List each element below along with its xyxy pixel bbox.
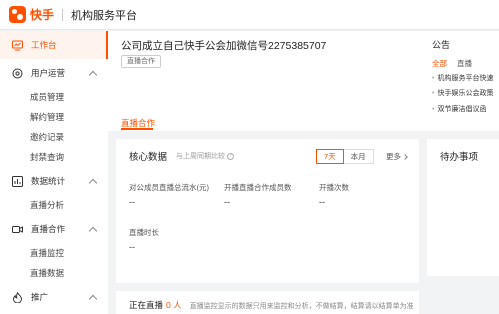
sidebar-item-statistics[interactable]: 数据统计 xyxy=(0,167,108,195)
notice-card: 公告 全部 直播 机构服务平台快速 快手娱乐公会政策 双节廉洁倡议函 xyxy=(419,31,499,131)
user-settings-icon xyxy=(12,68,23,79)
chevron-up-icon xyxy=(88,226,98,235)
kuaishou-logo-icon[interactable] xyxy=(9,6,26,23)
chevron-up-icon xyxy=(88,178,98,187)
sidebar-item-label: 用户运营 xyxy=(31,68,66,78)
logo-text[interactable]: 快手 xyxy=(30,6,54,23)
chart-bar-icon xyxy=(12,175,23,187)
chevron-up-icon xyxy=(88,70,98,79)
top-bar: 快手 机构服务平台 xyxy=(0,0,499,30)
sidebar-subitem-live-monitor[interactable]: 直播监控 xyxy=(0,243,108,263)
info-icon[interactable]: ? xyxy=(227,152,234,160)
more-label: 更多 xyxy=(386,152,401,161)
sidebar-subitem-ban-query[interactable]: 封禁查询 xyxy=(0,147,108,167)
metric-label: 对公成员直播总流水(元) xyxy=(129,183,209,192)
chevron-up-icon xyxy=(88,294,98,303)
range-selector: 7天 本月 xyxy=(316,149,374,164)
live-now-card: 正在直播 0 人直播监控显示的数据只用来监控和分析，不做结算，结算请以结算单为准 xyxy=(116,283,419,314)
logo-divider xyxy=(62,8,64,21)
notice-item[interactable]: 快手娱乐公会政策 xyxy=(432,88,493,98)
sidebar-item-workbench[interactable]: 工作台 xyxy=(0,31,108,59)
live-now-label: 正在直播 xyxy=(129,300,164,310)
sidebar-item-label: 工作台 xyxy=(31,40,57,50)
video-camera-icon xyxy=(12,224,23,235)
main-content: 公司成立自己快手公会加微信号2275385707 直播合作 直播合作 核心数据 … xyxy=(108,31,419,314)
chevron-right-icon xyxy=(402,154,408,160)
sidebar-item-live-cooperation[interactable]: 直播合作 xyxy=(0,215,108,243)
metric-value: -- xyxy=(129,242,135,252)
core-data-title: 核心数据 xyxy=(129,152,168,163)
metric-value: -- xyxy=(129,197,135,207)
notice-title: 公告 xyxy=(432,40,451,50)
todo-card: 待办事项 xyxy=(427,139,499,276)
page-header: 公司成立自己快手公会加微信号2275385707 直播合作 直播合作 xyxy=(108,31,419,131)
notice-tab-live[interactable]: 直播 xyxy=(457,59,472,68)
todo-title: 待办事项 xyxy=(440,152,479,163)
range-7days-button[interactable]: 7天 xyxy=(316,149,344,164)
metric-label: 开播次数 xyxy=(319,183,349,192)
sidebar-item-label: 推广 xyxy=(31,292,49,302)
monitor-icon xyxy=(12,40,23,51)
sidebar-item-user-ops[interactable]: 用户运营 xyxy=(0,59,108,87)
right-column: 公告 全部 直播 机构服务平台快速 快手娱乐公会政策 双节廉洁倡议函 待办事项 xyxy=(419,31,499,314)
sidebar: 工作台 用户运营 成员管理 解约管理 邀约记录 封禁查询 数据统计 直播分析 直… xyxy=(0,31,108,314)
comparison-label: 与上周同期比较 xyxy=(176,153,225,160)
live-now-count: 0 人 xyxy=(166,300,182,310)
metric-value: -- xyxy=(224,197,230,207)
live-now-note: 直播监控显示的数据只用来监控和分析，不做结算，结算请以结算单为准 xyxy=(189,303,414,310)
core-data-subtitle: 与上周同期比较? xyxy=(176,151,234,161)
sidebar-subitem-members[interactable]: 成员管理 xyxy=(0,87,108,107)
sidebar-item-label: 直播合作 xyxy=(31,224,66,234)
range-month-button[interactable]: 本月 xyxy=(343,149,374,164)
flame-icon xyxy=(12,291,23,303)
notice-tabs: 全部 直播 xyxy=(432,58,482,69)
live-now-row: 正在直播 0 人直播监控显示的数据只用来监控和分析，不做结算，结算请以结算单为准 xyxy=(129,299,414,311)
platform-title: 机构服务平台 xyxy=(71,9,138,22)
notice-item[interactable]: 机构服务平台快速 xyxy=(432,73,493,83)
type-tag: 直播合作 xyxy=(121,55,161,68)
notice-item[interactable]: 双节廉洁倡议函 xyxy=(432,104,486,114)
sidebar-subitem-live-data[interactable]: 直播数据 xyxy=(0,263,108,283)
more-link[interactable]: 更多 xyxy=(386,151,408,162)
sidebar-subitem-live-analysis[interactable]: 直播分析 xyxy=(0,195,108,215)
sidebar-item-label: 数据统计 xyxy=(31,176,66,186)
sidebar-item-promotion[interactable]: 推广 xyxy=(0,283,108,311)
sidebar-subitem-invitations[interactable]: 邀约记录 xyxy=(0,127,108,147)
metric-label: 直播时长 xyxy=(129,228,159,237)
notice-tab-all[interactable]: 全部 xyxy=(432,59,447,68)
metric-label: 开播直播合作成员数 xyxy=(224,183,292,192)
tab-underline xyxy=(121,128,153,130)
page-title: 公司成立自己快手公会加微信号2275385707 xyxy=(121,40,327,52)
metric-value: -- xyxy=(319,197,325,207)
sidebar-subitem-termination[interactable]: 解约管理 xyxy=(0,107,108,127)
